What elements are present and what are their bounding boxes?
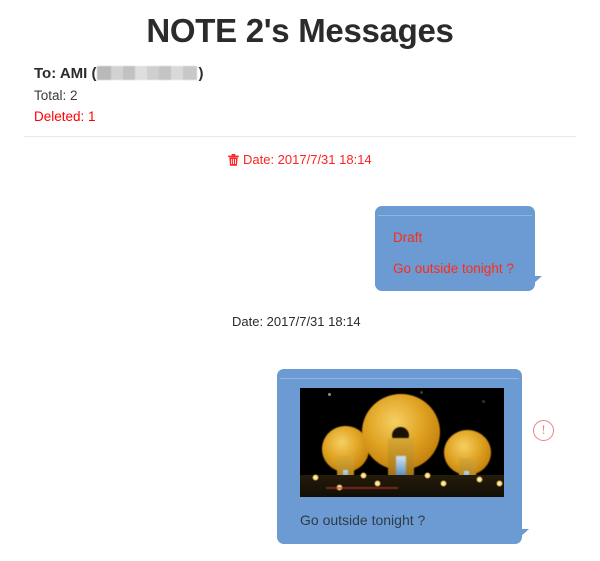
trash-icon[interactable] xyxy=(228,154,239,166)
summary-block: To: AMI () Total: 2 Deleted: 1 xyxy=(34,63,600,127)
recipient-paren-close: ) xyxy=(198,65,204,82)
draft-status-label: Draft xyxy=(393,230,423,245)
bubble-top-rule xyxy=(280,378,519,379)
night-scene-illuminated-domes xyxy=(300,388,504,497)
bubble-row-deleted: Draft Go outside tonight ? xyxy=(0,169,600,299)
message-date-text: Date: 2017/7/31 18:14 xyxy=(243,152,372,167)
message-date-text: Date: 2017/7/31 18:14 xyxy=(232,314,361,329)
recipient-line: To: AMI () xyxy=(34,63,600,85)
deleted-count: Deleted: 1 xyxy=(34,109,96,124)
message-bubble-photo[interactable]: Go outside tonight ? xyxy=(277,369,529,544)
draft-message-text: Go outside tonight ? xyxy=(393,261,514,276)
redacted-recipient-number xyxy=(97,66,198,80)
message-date-photo: Date: 2017/7/31 18:14 xyxy=(232,299,600,331)
bubble-row-photo: Go outside tonight ? xyxy=(0,331,600,561)
message-photo[interactable] xyxy=(300,388,504,497)
recipient-label: To: AMI ( xyxy=(34,65,97,82)
message-entry-photo: Date: 2017/7/31 18:14 Go outside tonight… xyxy=(0,299,600,561)
message-entry-deleted: Date: 2017/7/31 18:14 Draft Go outside t… xyxy=(0,137,600,299)
total-count: Total: 2 xyxy=(34,88,78,103)
photo-message-text: Go outside tonight ? xyxy=(300,512,426,528)
exclamation-circle-icon[interactable]: ! xyxy=(533,420,554,441)
message-date-deleted: Date: 2017/7/31 18:14 xyxy=(228,137,600,169)
message-bubble-draft[interactable]: Draft Go outside tonight ? xyxy=(375,206,542,291)
page-title: NOTE 2's Messages xyxy=(146,12,454,49)
